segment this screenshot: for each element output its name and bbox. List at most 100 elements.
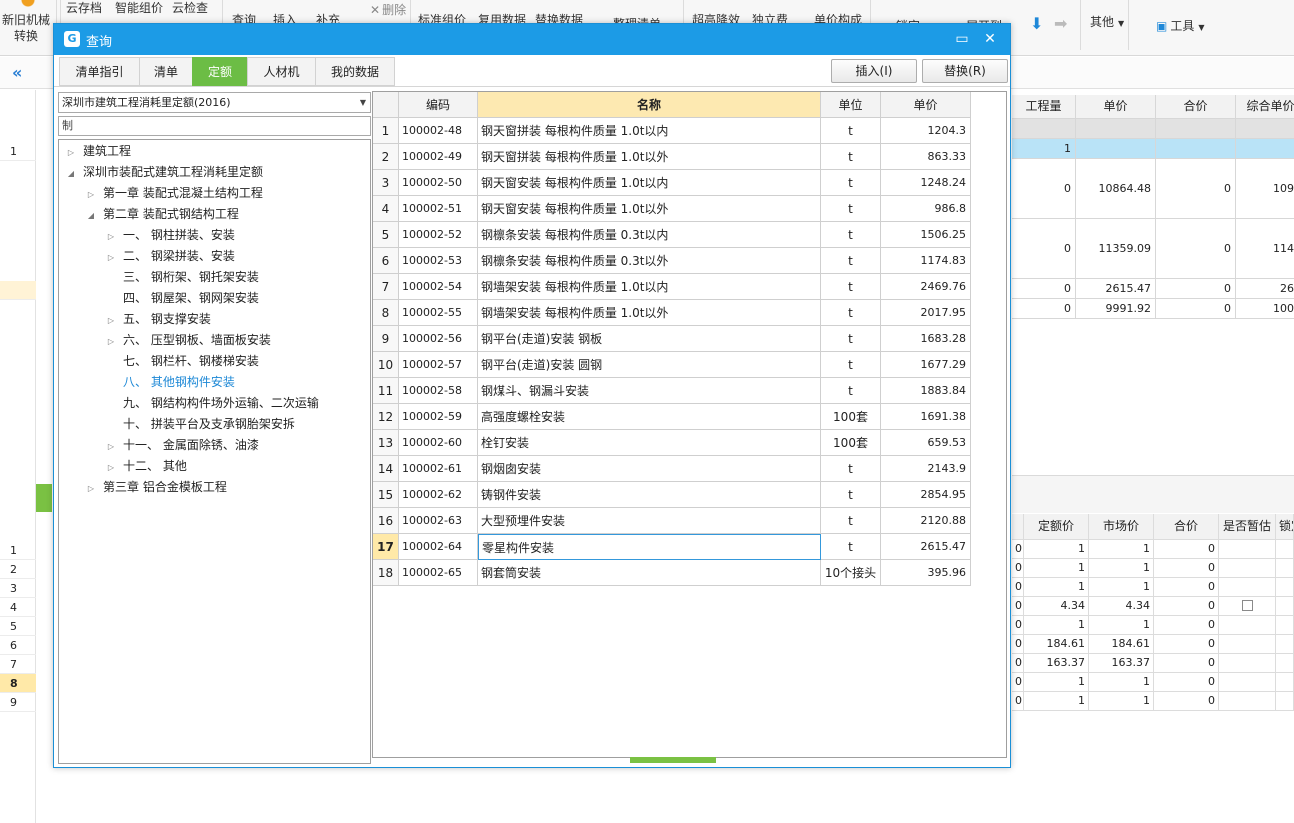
table-cell-name[interactable]: 钢烟囱安装 — [478, 456, 821, 482]
table-cell-num[interactable]: 10 — [373, 352, 399, 378]
table-cell-num[interactable]: 1 — [373, 118, 399, 144]
tab-3[interactable]: 定额 — [192, 57, 247, 86]
table-cell-name[interactable]: 大型预埋件安装 — [478, 508, 821, 534]
table-cell-price[interactable]: 2469.76 — [881, 274, 971, 300]
table-cell-price[interactable]: 1883.84 — [881, 378, 971, 404]
table-cell-name[interactable]: 钢檩条安装 每根构件质量 0.3t以内 — [478, 222, 821, 248]
table-cell-code[interactable]: 100002-53 — [399, 248, 478, 274]
close-button[interactable]: ✕ — [980, 29, 1000, 49]
filter-input[interactable]: 制 — [58, 116, 371, 136]
table-cell-name[interactable]: 钢天窗安装 每根构件质量 1.0t以外 — [478, 196, 821, 222]
table-cell-code[interactable]: 100002-58 — [399, 378, 478, 404]
estimate-checkbox[interactable] — [1241, 600, 1253, 611]
caret-right-icon[interactable]: ▷ — [105, 247, 117, 268]
resize-handle[interactable] — [630, 757, 716, 763]
table-cell-code[interactable]: 100002-52 — [399, 222, 478, 248]
caret-right-icon[interactable]: ▷ — [105, 457, 117, 478]
table-cell-unit[interactable]: 10个接头 — [821, 560, 881, 586]
panel-toggle-tab[interactable] — [36, 484, 52, 512]
table-cell-num[interactable]: 13 — [373, 430, 399, 456]
table-cell-price[interactable]: 986.8 — [881, 196, 971, 222]
caret-right-icon[interactable]: ▷ — [105, 436, 117, 457]
library-select[interactable]: 深圳市建筑工程消耗里定额(2016) ▼ — [58, 92, 371, 113]
table-cell-unit[interactable]: t — [821, 534, 881, 560]
table-cell-unit[interactable]: 100套 — [821, 430, 881, 456]
ribbon-tools-button[interactable]: ▣ 工具 ▼ — [1156, 18, 1205, 36]
table-cell-num[interactable]: 16 — [373, 508, 399, 534]
table-cell-name[interactable]: 钢天窗拼装 每根构件质量 1.0t以外 — [478, 144, 821, 170]
table-cell-num[interactable]: 11 — [373, 378, 399, 404]
table-cell-unit[interactable]: t — [821, 144, 881, 170]
column-header-code[interactable]: 编码 — [399, 92, 478, 118]
table-cell-name[interactable]: 钢套筒安装 — [478, 560, 821, 586]
table-cell-num[interactable]: 9 — [373, 326, 399, 352]
tab-5[interactable]: 我的数据 — [315, 57, 395, 86]
caret-right-icon[interactable]: ▷ — [105, 226, 117, 247]
move-right-icon[interactable]: ➡ — [1054, 16, 1067, 32]
tree-node[interactable]: ▷ 十二、 其他 — [105, 456, 187, 477]
tree-node[interactable]: ▷ 第一章 装配式混凝土结构工程 — [85, 183, 263, 204]
table-cell-name[interactable]: 铸钢件安装 — [478, 482, 821, 508]
table-cell-num[interactable]: 17 — [373, 534, 399, 560]
table-cell-unit[interactable]: t — [821, 456, 881, 482]
table-cell-num[interactable]: 7 — [373, 274, 399, 300]
table-cell-unit[interactable]: t — [821, 378, 881, 404]
caret-right-icon[interactable]: ▷ — [85, 184, 97, 205]
table-cell-num[interactable]: 15 — [373, 482, 399, 508]
table-cell-unit[interactable]: t — [821, 508, 881, 534]
table-cell-num[interactable]: 18 — [373, 560, 399, 586]
tree-node[interactable]: 八、 其他钢构件安装 — [105, 372, 235, 393]
table-cell-code[interactable]: 100002-61 — [399, 456, 478, 482]
table-cell-num[interactable]: 5 — [373, 222, 399, 248]
column-header-name[interactable]: 名称 — [478, 92, 821, 118]
tree-node[interactable]: 三、 钢桁架、钢托架安装 — [105, 267, 259, 288]
table-cell-num[interactable]: 4 — [373, 196, 399, 222]
dialog-titlebar[interactable]: G 查询 ▭ ✕ — [54, 24, 1010, 55]
table-cell-price[interactable]: 2143.9 — [881, 456, 971, 482]
table-cell-price[interactable]: 395.96 — [881, 560, 971, 586]
column-header-unit[interactable]: 单位 — [821, 92, 881, 118]
table-cell-code[interactable]: 100002-60 — [399, 430, 478, 456]
table-cell-num[interactable]: 14 — [373, 456, 399, 482]
table-cell-price[interactable]: 1677.29 — [881, 352, 971, 378]
table-cell-price[interactable]: 863.33 — [881, 144, 971, 170]
ribbon-delete-button[interactable]: ✕ 删除 — [370, 2, 406, 18]
tab-4[interactable]: 人材机 — [247, 57, 315, 86]
table-cell-code[interactable]: 100002-59 — [399, 404, 478, 430]
table-cell-code[interactable]: 100002-57 — [399, 352, 478, 378]
table-cell-name[interactable]: 钢墙架安装 每根构件质量 1.0t以外 — [478, 300, 821, 326]
table-cell-code[interactable]: 100002-55 — [399, 300, 478, 326]
tree-node[interactable]: ▷ 六、 压型钢板、墙面板安装 — [105, 330, 271, 351]
tree-node[interactable]: 十、 拼装平台及支承钢胎架安拆 — [105, 414, 295, 435]
collapse-left-icon[interactable]: « — [12, 63, 22, 82]
tree-node[interactable]: ▷ 十一、 金属面除锈、油漆 — [105, 435, 259, 456]
ribbon-smart-price-button[interactable]: 智能组价 — [115, 0, 163, 16]
table-cell-unit[interactable]: t — [821, 274, 881, 300]
table-cell-num[interactable]: 3 — [373, 170, 399, 196]
table-cell-price[interactable]: 1683.28 — [881, 326, 971, 352]
ribbon-other-button[interactable]: 其他 ▼ — [1090, 14, 1124, 32]
move-down-icon[interactable]: ⬇ — [1030, 16, 1043, 32]
table-cell-price[interactable]: 1506.25 — [881, 222, 971, 248]
column-header-price[interactable]: 单价 — [881, 92, 971, 118]
caret-right-icon[interactable]: ▷ — [85, 478, 97, 499]
table-cell-name[interactable]: 钢墙架安装 每根构件质量 1.0t以内 — [478, 274, 821, 300]
tree-node[interactable]: ◢ 第二章 装配式钢结构工程 — [85, 204, 239, 225]
table-cell-name[interactable]: 钢天窗拼装 每根构件质量 1.0t以内 — [478, 118, 821, 144]
table-cell-price[interactable]: 1691.38 — [881, 404, 971, 430]
tree-node[interactable]: ◢ 深圳市装配式建筑工程消耗里定额 — [65, 162, 263, 183]
table-cell-name[interactable]: 钢平台(走道)安装 钢板 — [478, 326, 821, 352]
insert-button[interactable]: 插入(I) — [831, 59, 917, 83]
tree-node[interactable]: ▷ 建筑工程 — [65, 141, 131, 162]
replace-button[interactable]: 替换(R) — [922, 59, 1008, 83]
table-cell-unit[interactable]: t — [821, 118, 881, 144]
caret-right-icon[interactable]: ▷ — [105, 331, 117, 352]
tree-node[interactable]: ▷ 第三章 铝合金模板工程 — [85, 477, 227, 498]
table-cell-price[interactable]: 659.53 — [881, 430, 971, 456]
table-cell-code[interactable]: 100002-64 — [399, 534, 478, 560]
table-cell-code[interactable]: 100002-49 — [399, 144, 478, 170]
table-cell-code[interactable]: 100002-56 — [399, 326, 478, 352]
table-cell-price[interactable]: 1248.24 — [881, 170, 971, 196]
table-cell-code[interactable]: 100002-50 — [399, 170, 478, 196]
table-cell-code[interactable]: 100002-54 — [399, 274, 478, 300]
